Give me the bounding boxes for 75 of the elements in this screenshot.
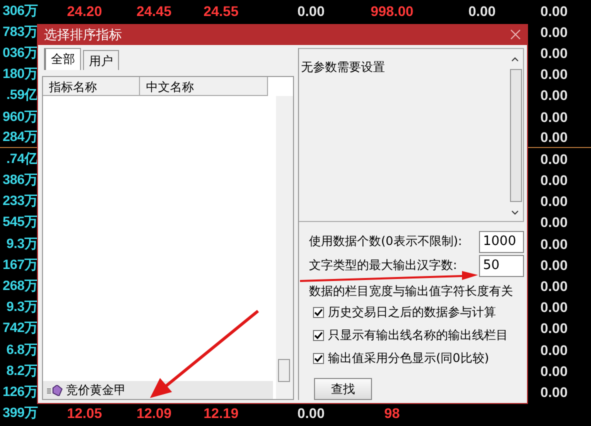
- checkbox-label: 只显示有输出线名称的输出线栏目: [328, 327, 508, 344]
- price-cell-text: 0.00: [539, 320, 569, 336]
- price-cell-text: 24.45: [135, 2, 173, 19]
- volume-cell-text: 233万: [2, 192, 38, 210]
- price-cell-text: 0.00: [539, 24, 569, 40]
- volume-cell-text: .59亿: [5, 86, 38, 104]
- volume-cell-text: 284万: [2, 128, 38, 146]
- checkbox[interactable]: [313, 330, 324, 341]
- input-field[interactable]: 1000: [479, 230, 524, 252]
- note-text: 数据的栏目宽度与输出值字符长度有关: [309, 284, 513, 298]
- price-cell-text: 0.00: [539, 384, 569, 400]
- price-cell-text: 0.00: [539, 108, 569, 125]
- close-icon[interactable]: [510, 29, 521, 40]
- volume-cell-text: 783万: [2, 22, 38, 41]
- volume-cell-text: 8.2万: [5, 362, 38, 380]
- params-text: 无参数需要设置: [301, 59, 385, 76]
- price-cell-text: 0.00: [539, 278, 569, 294]
- price-cell-text: 0.00: [539, 193, 569, 210]
- scrollbar-thumb[interactable]: [510, 69, 522, 202]
- price-cell-text: 998.00: [370, 2, 414, 19]
- volume-cell-text: 6.8万: [5, 340, 38, 359]
- scroll-down-icon[interactable]: [510, 209, 520, 217]
- volume-cell-text: 180万: [2, 65, 38, 84]
- price-cell-text: 0.00: [539, 66, 569, 82]
- checkbox[interactable]: [313, 307, 324, 318]
- volume-cell-text: 306万: [2, 2, 38, 20]
- list-item[interactable]: 竞价黄金甲: [43, 381, 273, 399]
- volume-cell-text: 167万: [2, 256, 38, 274]
- tab[interactable]: 用户: [83, 50, 119, 70]
- price-cell-text: 0.00: [539, 172, 569, 188]
- price-cell-text: 98: [383, 405, 401, 422]
- price-cell-text: 0.00: [539, 150, 569, 167]
- price-cell-text: 0.00: [467, 2, 497, 19]
- volume-cell-text: 545万: [2, 213, 38, 232]
- column-header[interactable]: 指标名称: [43, 77, 140, 96]
- scroll-up-icon[interactable]: [510, 55, 520, 63]
- price-cell-text: 24.20: [66, 2, 104, 19]
- volume-cell-text: 399万: [2, 404, 38, 422]
- window-title: 选择排序指标: [44, 26, 122, 44]
- price-cell-text: 0.00: [539, 44, 569, 61]
- price-cell-text: 0.00: [539, 214, 569, 230]
- checkbox[interactable]: [313, 353, 324, 364]
- price-cell-text: 0.00: [539, 362, 569, 379]
- price-cell-text: 0.00: [296, 2, 326, 19]
- checkbox-label: 输出值采用分色显示(同0比较): [328, 350, 489, 367]
- price-cell-text: 0.00: [539, 236, 569, 252]
- price-cell-text: 0.00: [296, 405, 326, 422]
- volume-cell-text: 9.3万: [5, 234, 38, 253]
- price-cell-text: 0.00: [539, 299, 569, 316]
- price-cell-text: 12.09: [135, 405, 173, 422]
- price-cell-text: 0.00: [539, 129, 569, 146]
- volume-cell-text: 960万: [2, 108, 38, 126]
- volume-cell-text: 268万: [2, 277, 38, 296]
- price-cell-text: 0.00: [539, 87, 569, 104]
- volume-cell-text: 126万: [2, 382, 38, 401]
- field-label: 使用数据个数(0表示不限制):: [309, 233, 462, 250]
- field-label: 文字类型的最大输出汉字数:: [309, 257, 458, 274]
- tab[interactable]: 全部: [44, 48, 81, 70]
- price-cell-text: 0.00: [539, 256, 569, 273]
- column-header[interactable]: 中文名称: [140, 77, 268, 96]
- volume-cell-text: .74亿: [5, 150, 38, 168]
- volume-cell-text: 386万: [2, 171, 38, 190]
- scrollbar-thumb[interactable]: [278, 359, 290, 382]
- checkbox-label: 历史交易日之后的数据参与计算: [328, 304, 496, 321]
- price-cell-text: 0.00: [539, 2, 569, 19]
- input-field[interactable]: 50: [479, 254, 524, 276]
- volume-cell-text: 036万: [2, 44, 38, 62]
- volume-cell-text: 742万: [2, 319, 38, 338]
- find-button[interactable]: 查找: [314, 378, 372, 400]
- gem-icon: [47, 384, 63, 396]
- price-cell-text: 24.55: [202, 2, 240, 19]
- price-cell-text: 12.19: [202, 405, 240, 422]
- price-cell-text: 0.00: [539, 342, 569, 358]
- volume-cell-text: 9.3万: [5, 298, 38, 316]
- price-cell-text: 12.05: [66, 405, 104, 422]
